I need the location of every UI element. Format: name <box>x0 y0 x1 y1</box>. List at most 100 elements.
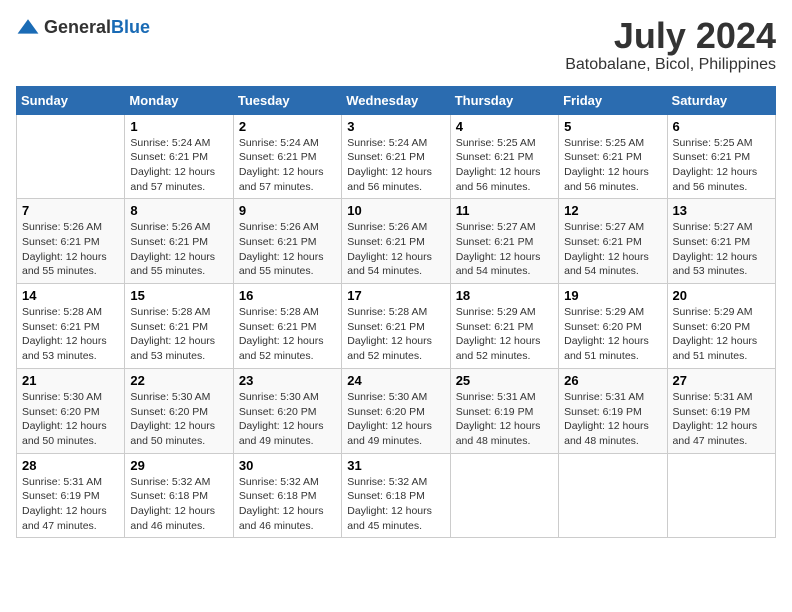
header-wednesday: Wednesday <box>342 86 450 114</box>
day-number: 24 <box>347 373 444 388</box>
calendar-cell <box>450 453 558 538</box>
day-info: Sunrise: 5:26 AM Sunset: 6:21 PM Dayligh… <box>22 220 119 279</box>
logo-text-blue: Blue <box>111 17 150 37</box>
day-info: Sunrise: 5:24 AM Sunset: 6:21 PM Dayligh… <box>347 136 444 195</box>
day-info: Sunrise: 5:31 AM Sunset: 6:19 PM Dayligh… <box>456 390 553 449</box>
day-number: 20 <box>673 288 770 303</box>
header-monday: Monday <box>125 86 233 114</box>
location: Batobalane, Bicol, Philippines <box>565 56 776 74</box>
day-number: 30 <box>239 458 336 473</box>
day-info: Sunrise: 5:30 AM Sunset: 6:20 PM Dayligh… <box>130 390 227 449</box>
day-info: Sunrise: 5:24 AM Sunset: 6:21 PM Dayligh… <box>239 136 336 195</box>
logo-text-general: General <box>44 17 111 37</box>
calendar-cell: 9Sunrise: 5:26 AM Sunset: 6:21 PM Daylig… <box>233 199 341 284</box>
calendar-cell: 14 Sunrise: 5:28 AM Sunset: 6:21 PM Dayli… <box>17 284 125 369</box>
week-row-3: 14 Sunrise: 5:28 AM Sunset: 6:21 PM Dayli… <box>17 284 776 369</box>
day-number: 6 <box>673 119 770 134</box>
calendar-cell: 3Sunrise: 5:24 AM Sunset: 6:21 PM Daylig… <box>342 114 450 199</box>
day-info: Sunrise: 5:32 AM Sunset: 6:18 PM Dayligh… <box>130 475 227 534</box>
day-number: 16 <box>239 288 336 303</box>
day-number: 22 <box>130 373 227 388</box>
day-number: 17 <box>347 288 444 303</box>
day-number: 23 <box>239 373 336 388</box>
calendar-cell <box>17 114 125 199</box>
calendar-cell: 28Sunrise: 5:31 AM Sunset: 6:19 PM Dayli… <box>17 453 125 538</box>
calendar-cell: 29 Sunrise: 5:32 AM Sunset: 6:18 PM Dayli… <box>125 453 233 538</box>
header-friday: Friday <box>559 86 667 114</box>
day-info: Sunrise: 5:25 AM Sunset: 6:21 PM Dayligh… <box>564 136 661 195</box>
day-number: 1 <box>130 119 227 134</box>
calendar-cell: 10 Sunrise: 5:26 AM Sunset: 6:21 PM Dayli… <box>342 199 450 284</box>
calendar-cell: 31 Sunrise: 5:32 AM Sunset: 6:18 PM Dayli… <box>342 453 450 538</box>
day-number: 21 <box>22 373 119 388</box>
day-info: Sunrise: 5:30 AM Sunset: 6:20 PM Dayligh… <box>239 390 336 449</box>
calendar-cell: 15 Sunrise: 5:28 AM Sunset: 6:21 PM Dayli… <box>125 284 233 369</box>
day-number: 25 <box>456 373 553 388</box>
header-tuesday: Tuesday <box>233 86 341 114</box>
calendar-cell: 4 Sunrise: 5:25 AM Sunset: 6:21 PM Daylig… <box>450 114 558 199</box>
day-number: 12 <box>564 203 661 218</box>
calendar-cell: 23 Sunrise: 5:30 AM Sunset: 6:20 PM Dayli… <box>233 368 341 453</box>
calendar-cell <box>667 453 775 538</box>
calendar-cell: 27Sunrise: 5:31 AM Sunset: 6:19 PM Dayli… <box>667 368 775 453</box>
day-info: Sunrise: 5:28 AM Sunset: 6:21 PM Dayligh… <box>130 305 227 364</box>
calendar-cell: 5 Sunrise: 5:25 AM Sunset: 6:21 PM Daylig… <box>559 114 667 199</box>
day-info: Sunrise: 5:29 AM Sunset: 6:21 PM Dayligh… <box>456 305 553 364</box>
day-info: Sunrise: 5:27 AM Sunset: 6:21 PM Dayligh… <box>456 220 553 279</box>
calendar-cell: 20Sunrise: 5:29 AM Sunset: 6:20 PM Dayli… <box>667 284 775 369</box>
day-info: Sunrise: 5:31 AM Sunset: 6:19 PM Dayligh… <box>564 390 661 449</box>
calendar-cell: 6 Sunrise: 5:25 AM Sunset: 6:21 PM Daylig… <box>667 114 775 199</box>
day-info: Sunrise: 5:26 AM Sunset: 6:21 PM Dayligh… <box>347 220 444 279</box>
day-info: Sunrise: 5:26 AM Sunset: 6:21 PM Dayligh… <box>130 220 227 279</box>
day-number: 11 <box>456 203 553 218</box>
day-info: Sunrise: 5:32 AM Sunset: 6:18 PM Dayligh… <box>347 475 444 534</box>
calendar-header-row: SundayMondayTuesdayWednesdayThursdayFrid… <box>17 86 776 114</box>
page-header: GeneralBlue July 2024 Batobalane, Bicol,… <box>16 16 776 74</box>
day-info: Sunrise: 5:25 AM Sunset: 6:21 PM Dayligh… <box>456 136 553 195</box>
day-number: 31 <box>347 458 444 473</box>
day-number: 27 <box>673 373 770 388</box>
day-info: Sunrise: 5:25 AM Sunset: 6:21 PM Dayligh… <box>673 136 770 195</box>
calendar-cell: 7Sunrise: 5:26 AM Sunset: 6:21 PM Daylig… <box>17 199 125 284</box>
day-info: Sunrise: 5:32 AM Sunset: 6:18 PM Dayligh… <box>239 475 336 534</box>
week-row-2: 7Sunrise: 5:26 AM Sunset: 6:21 PM Daylig… <box>17 199 776 284</box>
day-info: Sunrise: 5:28 AM Sunset: 6:21 PM Dayligh… <box>347 305 444 364</box>
day-info: Sunrise: 5:29 AM Sunset: 6:20 PM Dayligh… <box>564 305 661 364</box>
day-number: 8 <box>130 203 227 218</box>
header-thursday: Thursday <box>450 86 558 114</box>
calendar-cell: 24 Sunrise: 5:30 AM Sunset: 6:20 PM Dayli… <box>342 368 450 453</box>
day-number: 26 <box>564 373 661 388</box>
day-info: Sunrise: 5:30 AM Sunset: 6:20 PM Dayligh… <box>22 390 119 449</box>
day-number: 10 <box>347 203 444 218</box>
calendar-cell: 18Sunrise: 5:29 AM Sunset: 6:21 PM Dayli… <box>450 284 558 369</box>
calendar-cell: 16 Sunrise: 5:28 AM Sunset: 6:21 PM Dayli… <box>233 284 341 369</box>
day-number: 19 <box>564 288 661 303</box>
day-info: Sunrise: 5:31 AM Sunset: 6:19 PM Dayligh… <box>22 475 119 534</box>
day-info: Sunrise: 5:27 AM Sunset: 6:21 PM Dayligh… <box>673 220 770 279</box>
calendar-cell: 26 Sunrise: 5:31 AM Sunset: 6:19 PM Dayli… <box>559 368 667 453</box>
day-info: Sunrise: 5:28 AM Sunset: 6:21 PM Dayligh… <box>22 305 119 364</box>
calendar-cell: 17 Sunrise: 5:28 AM Sunset: 6:21 PM Dayli… <box>342 284 450 369</box>
day-info: Sunrise: 5:26 AM Sunset: 6:21 PM Dayligh… <box>239 220 336 279</box>
header-saturday: Saturday <box>667 86 775 114</box>
day-number: 15 <box>130 288 227 303</box>
calendar-cell: 13 Sunrise: 5:27 AM Sunset: 6:21 PM Dayli… <box>667 199 775 284</box>
day-number: 13 <box>673 203 770 218</box>
day-info: Sunrise: 5:30 AM Sunset: 6:20 PM Dayligh… <box>347 390 444 449</box>
calendar-cell: 30 Sunrise: 5:32 AM Sunset: 6:18 PM Dayli… <box>233 453 341 538</box>
calendar-cell: 12 Sunrise: 5:27 AM Sunset: 6:21 PM Dayli… <box>559 199 667 284</box>
day-number: 29 <box>130 458 227 473</box>
day-info: Sunrise: 5:27 AM Sunset: 6:21 PM Dayligh… <box>564 220 661 279</box>
calendar-cell: 11 Sunrise: 5:27 AM Sunset: 6:21 PM Dayli… <box>450 199 558 284</box>
calendar-cell: 2Sunrise: 5:24 AM Sunset: 6:21 PM Daylig… <box>233 114 341 199</box>
calendar-cell: 25 Sunrise: 5:31 AM Sunset: 6:19 PM Dayli… <box>450 368 558 453</box>
day-number: 14 <box>22 288 119 303</box>
calendar-cell: 22 Sunrise: 5:30 AM Sunset: 6:20 PM Dayli… <box>125 368 233 453</box>
day-number: 5 <box>564 119 661 134</box>
calendar-table: SundayMondayTuesdayWednesdayThursdayFrid… <box>16 86 776 539</box>
calendar-cell: 21 Sunrise: 5:30 AM Sunset: 6:20 PM Dayli… <box>17 368 125 453</box>
week-row-4: 21 Sunrise: 5:30 AM Sunset: 6:20 PM Dayli… <box>17 368 776 453</box>
logo: GeneralBlue <box>16 16 150 40</box>
day-info: Sunrise: 5:28 AM Sunset: 6:21 PM Dayligh… <box>239 305 336 364</box>
day-number: 4 <box>456 119 553 134</box>
